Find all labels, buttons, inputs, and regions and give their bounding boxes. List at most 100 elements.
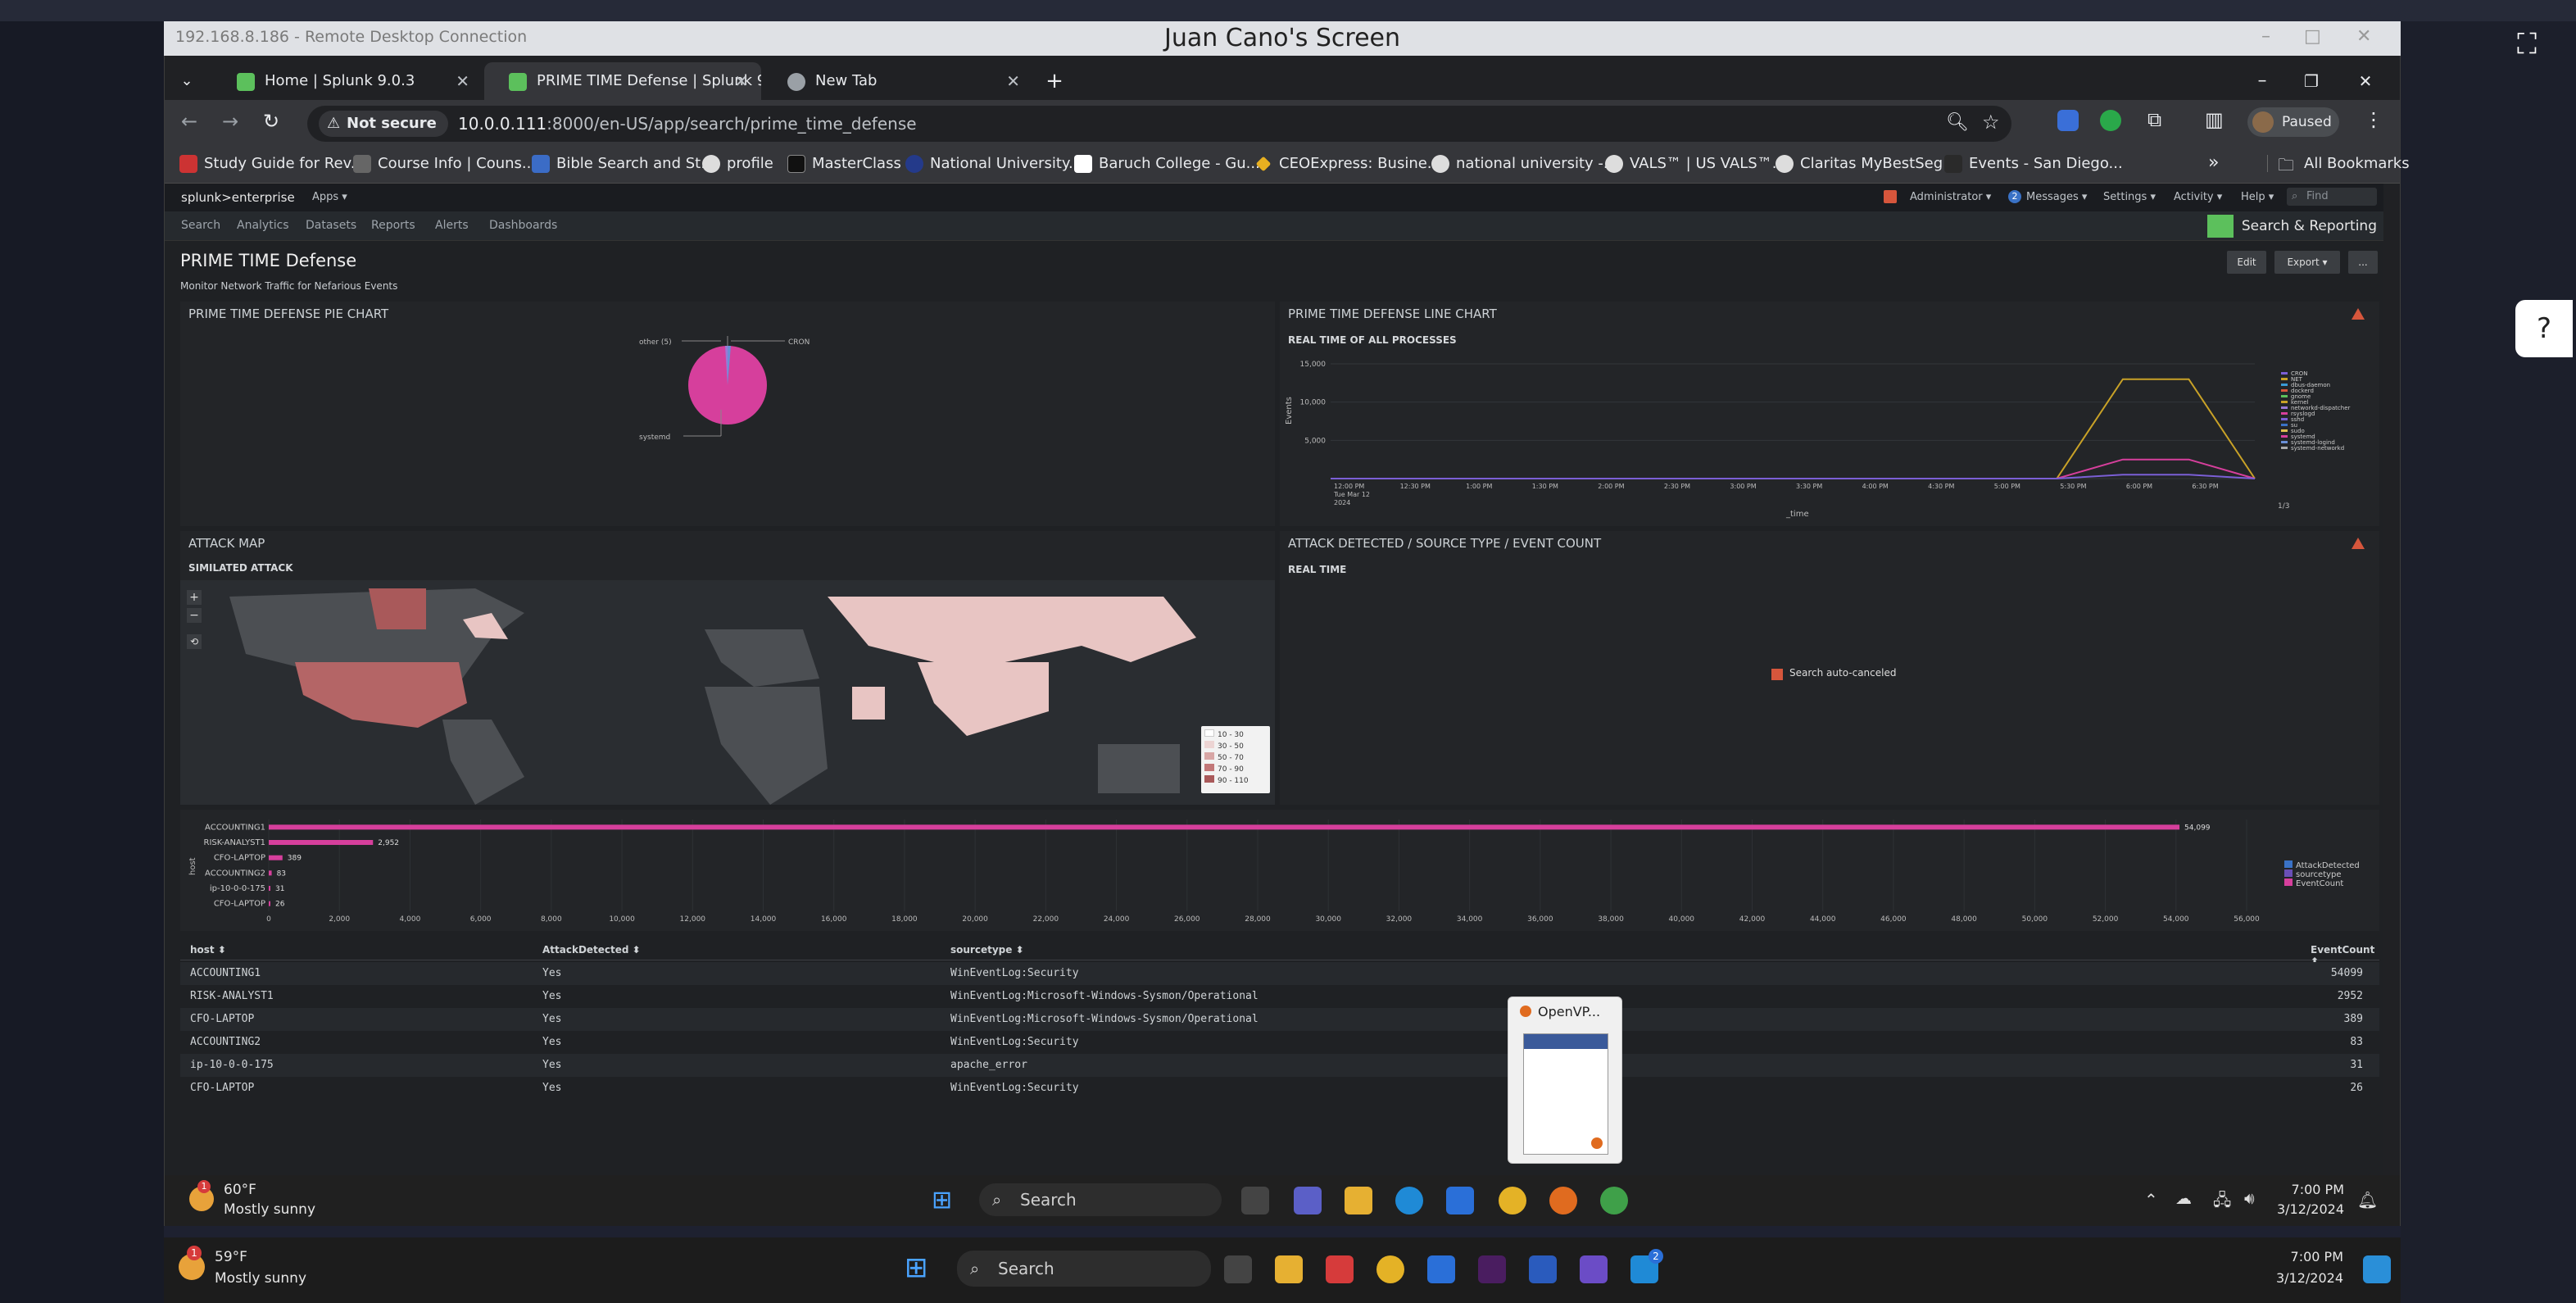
url-text[interactable]: 10.0.0.111:8000/en-US/app/search/prime_t…: [458, 114, 917, 134]
video-editor-icon[interactable]: [1580, 1255, 1608, 1283]
col-host[interactable]: host ⬍: [190, 944, 226, 956]
close-icon[interactable]: ✕: [734, 62, 748, 100]
forward-icon[interactable]: →: [222, 110, 238, 133]
bookmark-item[interactable]: CEOExpress: Busine...: [1254, 155, 1441, 172]
bookmark-item[interactable]: Claritas MyBestSeg...: [1776, 155, 1957, 173]
volume-icon[interactable]: 🔊︎: [2244, 1188, 2255, 1208]
new-tab-button[interactable]: +: [1038, 62, 1071, 100]
map-alaska[interactable]: [369, 588, 426, 629]
menu-kebab-icon[interactable]: ⋮: [2364, 108, 2383, 131]
table-row[interactable]: CFO-LAPTOP Yes WinEventLog:Security 26: [180, 1077, 2379, 1100]
table-row[interactable]: CFO-LAPTOP Yes WinEventLog:Microsoft-Windo…: [180, 1008, 2379, 1031]
apps-menu[interactable]: Apps ▾: [312, 191, 347, 203]
nav-datasets[interactable]: Datasets: [306, 219, 356, 232]
nav-reports[interactable]: Reports: [371, 219, 415, 232]
side-panel-icon[interactable]: ▥: [2205, 108, 2224, 131]
extension-icon[interactable]: [2057, 110, 2079, 131]
help-menu[interactable]: Help ▾: [2241, 191, 2274, 203]
extension-icon[interactable]: [2100, 110, 2121, 131]
col-attack-detected[interactable]: AttackDetected ⬍: [542, 944, 641, 956]
onedrive-icon[interactable]: ☁: [2175, 1188, 2192, 1208]
table-row[interactable]: RISK-ANALYST1 Yes WinEventLog:Microsoft-Wi…: [180, 985, 2379, 1008]
bookmark-star-icon[interactable]: ☆: [1982, 111, 2000, 134]
bar-chart[interactable]: host 0 2,000 4,000 6,000 8,000 10,000 12,000 14…: [180, 810, 2379, 931]
back-icon[interactable]: ←: [181, 110, 197, 133]
chrome-icon[interactable]: [1499, 1187, 1526, 1214]
bookmark-item[interactable]: Course Info | Couns...: [353, 155, 536, 173]
export-button[interactable]: Export ▾: [2274, 251, 2340, 274]
remote-desktop-icon[interactable]: [1427, 1255, 1455, 1283]
browser-restore-button[interactable]: ❐: [2295, 62, 2328, 100]
close-icon[interactable]: ✕: [1006, 62, 1020, 100]
bookmarks-overflow-icon[interactable]: »: [2208, 152, 2219, 173]
not-secure-badge[interactable]: ⚠ Not secure: [319, 111, 448, 137]
notification-bell-icon[interactable]: 🔔︎: [2357, 1190, 2378, 1210]
word-icon[interactable]: [1529, 1255, 1557, 1283]
windows-start-icon[interactable]: ⊞: [905, 1254, 928, 1282]
bookmark-item[interactable]: Study Guide for Rev...: [179, 155, 365, 173]
table-row[interactable]: ip-10-0-0-175 Yes apache_error 31: [180, 1054, 2379, 1077]
store-icon[interactable]: [1446, 1187, 1474, 1214]
zoom-in-icon[interactable]: +: [187, 590, 202, 605]
browser-minimize-button[interactable]: –: [2246, 62, 2279, 100]
app-name-search-reporting[interactable]: Search & Reporting: [2204, 215, 2377, 238]
nav-search[interactable]: Search: [181, 219, 220, 232]
edit-button[interactable]: Edit: [2227, 251, 2266, 274]
chevron-up-icon[interactable]: ⌃: [2144, 1190, 2158, 1210]
fullscreen-icon[interactable]: ⛶: [2510, 28, 2543, 61]
zoom-icon[interactable]: 🔍︎: [1946, 112, 1969, 133]
reset-view-icon[interactable]: ⟲: [187, 634, 202, 649]
help-button[interactable]: ?: [2515, 300, 2573, 357]
extensions-puzzle-icon[interactable]: ⧉: [2147, 108, 2161, 131]
splunk-logo[interactable]: splunk>enterprise: [181, 190, 295, 205]
pie-chart[interactable]: other (5) CRON systemd: [180, 302, 1275, 526]
browser-close-button[interactable]: ✕: [2349, 62, 2382, 100]
bookmark-item[interactable]: MasterClass: [787, 155, 901, 173]
windows-start-icon[interactable]: ⊞: [932, 1188, 952, 1213]
edge-icon[interactable]: [1395, 1187, 1423, 1214]
taskbar-preview-thumbnail[interactable]: OpenVP...: [1508, 997, 1622, 1164]
messages-menu[interactable]: Messages ▾: [2026, 191, 2087, 203]
bookmark-item[interactable]: Events - San Diego...: [1944, 155, 2123, 173]
tab-new-tab[interactable]: New Tab ✕: [763, 62, 1033, 100]
slack-icon[interactable]: [1478, 1255, 1506, 1283]
more-actions-button[interactable]: ...: [2348, 251, 2378, 274]
copilot-icon[interactable]: [2363, 1255, 2391, 1283]
bookmark-item[interactable]: profile: [702, 155, 773, 173]
table-row[interactable]: ACCOUNTING1 Yes WinEventLog:Security 54099: [180, 962, 2379, 985]
settings-menu[interactable]: Settings ▾: [2103, 191, 2156, 203]
openvpn-icon[interactable]: [1549, 1187, 1577, 1214]
chrome-icon[interactable]: [1600, 1187, 1628, 1214]
activity-menu[interactable]: Activity ▾: [2174, 191, 2222, 203]
tab-search-button[interactable]: ⌄: [165, 62, 209, 100]
teams-icon[interactable]: [1294, 1187, 1322, 1214]
all-bookmarks-button[interactable]: 🗀 All Bookmarks: [2267, 155, 2410, 175]
profile-button[interactable]: Paused: [2247, 107, 2339, 137]
task-view-icon[interactable]: [1241, 1187, 1269, 1214]
nav-alerts[interactable]: Alerts: [435, 219, 469, 232]
chrome-icon[interactable]: [1376, 1255, 1404, 1283]
bookmark-item[interactable]: VALS™ | US VALS™...: [1605, 155, 1786, 173]
nav-dashboards[interactable]: Dashboards: [489, 219, 557, 232]
legend-pager[interactable]: 1/3: [2278, 502, 2289, 511]
task-view-icon[interactable]: [1224, 1255, 1252, 1283]
map-australia[interactable]: [1098, 744, 1180, 793]
world-map[interactable]: [180, 580, 1275, 805]
table-row[interactable]: ACCOUNTING2 Yes WinEventLog:Security 83: [180, 1031, 2379, 1054]
admin-menu[interactable]: Administrator ▾: [1910, 191, 1991, 203]
warning-icon[interactable]: [2352, 538, 2365, 549]
taskbar-search[interactable]: ⌕ Search: [979, 1183, 1222, 1216]
taskbar-search[interactable]: ⌕ Search: [957, 1251, 1211, 1287]
line-chart[interactable]: Events _time 1/3 5,000 10,000 15,000 12:00 …: [1280, 302, 2379, 526]
bookmark-item[interactable]: National University...: [905, 155, 1082, 173]
file-explorer-icon[interactable]: [1345, 1187, 1372, 1214]
col-sourcetype[interactable]: sourcetype ⬍: [950, 944, 1024, 956]
app-icon[interactable]: [1326, 1255, 1354, 1283]
bookmark-item[interactable]: Baruch College - Gu...: [1074, 155, 1260, 173]
bookmark-item[interactable]: Bible Search and St...: [532, 155, 714, 173]
close-icon[interactable]: ✕: [456, 62, 469, 100]
file-explorer-icon[interactable]: [1275, 1255, 1303, 1283]
tab-home-splunk[interactable]: Home | Splunk 9.0.3 ✕: [212, 62, 483, 100]
zoom-out-icon[interactable]: −: [187, 608, 202, 623]
map-iran[interactable]: [852, 687, 885, 720]
